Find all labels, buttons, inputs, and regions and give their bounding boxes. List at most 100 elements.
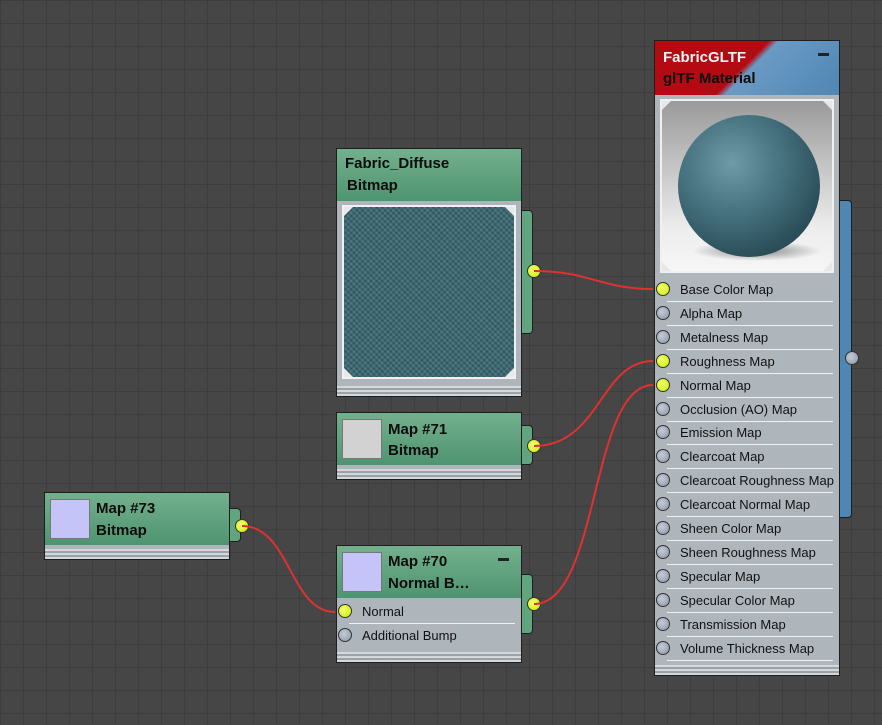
input-slot-volume-thickness-map[interactable]: Volume Thickness Map <box>656 637 833 661</box>
node-type: Bitmap <box>96 522 147 539</box>
slot-label: Volume Thickness Map <box>680 640 815 656</box>
input-socket[interactable] <box>656 329 670 344</box>
node-name: Map #73 <box>96 500 156 517</box>
input-slot-alpha-map[interactable]: Alpha Map <box>656 302 833 326</box>
material-output-socket[interactable] <box>845 351 859 365</box>
input-socket[interactable] <box>656 305 670 320</box>
input-socket[interactable] <box>656 425 670 440</box>
node-name: Fabric_Diffuse <box>345 155 450 172</box>
slot-label: Sheen Roughness Map <box>680 544 816 560</box>
input-slot-sheen-roughness-map[interactable]: Sheen Roughness Map <box>656 541 833 565</box>
slot-label: Alpha Map <box>680 305 743 321</box>
input-slot-additional-bump[interactable]: Additional Bump <box>338 624 515 648</box>
node-footer <box>337 469 521 479</box>
corner-icon <box>505 368 514 377</box>
slot-label: Roughness Map <box>680 353 775 369</box>
slot-label: Base Color Map <box>680 282 774 297</box>
input-socket[interactable] <box>338 604 352 618</box>
slot-label: Transmission Map <box>680 616 786 632</box>
texture-preview <box>342 205 516 379</box>
corner-icon <box>662 262 671 271</box>
slot-label: Occlusion (AO) Map <box>680 401 798 417</box>
node-footer <box>337 386 521 396</box>
input-socket[interactable] <box>656 640 670 655</box>
wire-map73-to-normal[interactable] <box>241 525 336 613</box>
input-socket[interactable] <box>656 401 670 416</box>
output-socket[interactable] <box>527 264 541 278</box>
node-header[interactable]: Map #71 Bitmap <box>337 413 521 465</box>
slot-label: Metalness Map <box>680 329 769 345</box>
slot-label: Normal <box>362 604 404 619</box>
input-socket[interactable] <box>656 616 670 631</box>
slot-label: Clearcoat Normal Map <box>680 497 811 513</box>
input-socket[interactable] <box>656 353 670 368</box>
input-socket[interactable] <box>338 628 352 642</box>
color-swatch <box>342 419 382 459</box>
input-socket[interactable] <box>656 449 670 464</box>
minimize-button[interactable] <box>498 558 509 561</box>
slot-label: Clearcoat Roughness Map <box>680 473 834 489</box>
wire-map70-to-normal-map[interactable] <box>533 384 654 605</box>
input-socket[interactable] <box>656 377 670 392</box>
corner-icon <box>344 368 353 377</box>
node-type: Bitmap <box>347 177 398 194</box>
node-name: Map #71 <box>388 421 448 438</box>
input-socket[interactable] <box>656 473 670 488</box>
slot-label: Specular Map <box>680 568 761 584</box>
slot-label: Normal Map <box>680 377 751 393</box>
node-header[interactable]: Map #73 Bitmap <box>45 493 229 545</box>
node-map70[interactable]: Map #70 Normal B… Normal Additional Bump <box>336 545 522 663</box>
input-slot-specular-map[interactable]: Specular Map <box>656 565 833 589</box>
slot-label: Clearcoat Map <box>680 449 765 465</box>
input-slot-transmission-map[interactable]: Transmission Map <box>656 613 833 637</box>
node-type: Bitmap <box>388 442 439 459</box>
node-type: Normal B… <box>388 575 470 592</box>
slot-label: Specular Color Map <box>680 592 795 608</box>
input-socket[interactable] <box>656 497 670 512</box>
input-slot-normal[interactable]: Normal <box>338 600 515 624</box>
input-slot-roughness-map[interactable]: Roughness Map <box>656 350 833 374</box>
output-socket[interactable] <box>527 439 541 453</box>
input-slot-specular-color-map[interactable]: Specular Color Map <box>656 589 833 613</box>
input-slot-sheen-color-map[interactable]: Sheen Color Map <box>656 517 833 541</box>
node-header[interactable]: Fabric_Diffuse Bitmap <box>337 149 521 201</box>
node-footer <box>655 665 839 675</box>
wire-map71-to-roughness[interactable] <box>533 360 654 447</box>
node-footer <box>337 652 521 662</box>
material-slot-list: Base Color Map Alpha Map Metalness Map Roug… <box>655 278 839 662</box>
slot-label: Sheen Color Map <box>680 521 782 536</box>
input-slot-occlusion-ao-map[interactable]: Occlusion (AO) Map <box>656 398 833 422</box>
input-slot-metalness-map[interactable]: Metalness Map <box>656 326 833 350</box>
input-socket[interactable] <box>656 592 670 607</box>
slot-label: Additional Bump <box>362 628 457 643</box>
sphere <box>678 115 820 257</box>
wire-fabric-diffuse-to-base-color[interactable] <box>533 270 654 290</box>
input-socket[interactable] <box>656 521 670 535</box>
node-fabric-diffuse[interactable]: Fabric_Diffuse Bitmap <box>336 148 522 397</box>
input-socket[interactable] <box>656 544 670 559</box>
slot-label: Emission Map <box>680 425 762 441</box>
output-socket[interactable] <box>235 519 249 533</box>
input-slot-normal-map[interactable]: Normal Map <box>656 374 833 398</box>
corner-icon <box>662 101 671 110</box>
input-socket[interactable] <box>656 568 670 583</box>
color-swatch <box>50 499 90 539</box>
input-slot-base-color-map[interactable]: Base Color Map <box>656 278 833 302</box>
corner-icon <box>823 101 832 110</box>
node-footer <box>45 549 229 559</box>
corner-icon <box>344 207 353 216</box>
corner-icon <box>823 262 832 271</box>
input-slot-emission-map[interactable]: Emission Map <box>656 421 833 446</box>
input-slot-clearcoat-normal-map[interactable]: Clearcoat Normal Map <box>656 493 833 518</box>
node-map71[interactable]: Map #71 Bitmap <box>336 412 522 480</box>
node-header[interactable]: Map #70 Normal B… <box>337 546 521 598</box>
input-socket[interactable] <box>656 282 670 296</box>
output-socket[interactable] <box>527 597 541 611</box>
node-map73[interactable]: Map #73 Bitmap <box>44 492 230 560</box>
node-material[interactable]: FabricGLTF glTF Material Base Color Map A… <box>654 40 840 676</box>
corner-icon <box>505 207 514 216</box>
node-header[interactable]: FabricGLTF glTF Material <box>655 41 839 95</box>
input-slot-clearcoat-map[interactable]: Clearcoat Map <box>656 445 833 470</box>
input-slot-clearcoat-roughness-map[interactable]: Clearcoat Roughness Map <box>656 469 834 494</box>
minimize-button[interactable] <box>818 53 829 56</box>
